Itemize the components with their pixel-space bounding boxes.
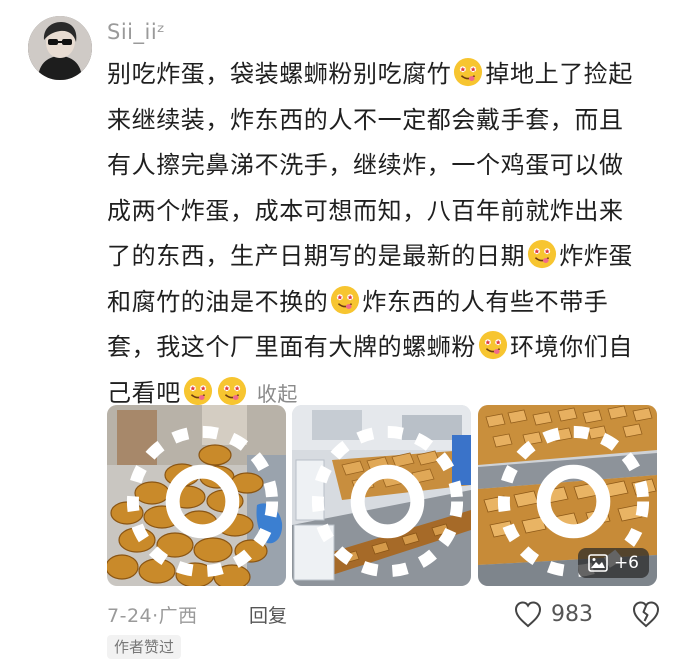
comment-line: 来继续装，炸东西的人不一定都会戴手套，而且 [107, 98, 667, 144]
comment-line: 有人擦完鼻涕不洗手，继续炸，一个鸡蛋可以做 [107, 143, 667, 189]
comment-line: 和腐竹的油是不换的 炸东西的人有些不带手 [107, 280, 667, 326]
savoring-food-face-icon [331, 285, 360, 314]
avatar[interactable] [28, 16, 92, 80]
comment-meta: 7-24·广西 回复 [107, 598, 507, 630]
comment-line: 别吃炸蛋，袋装螺蛳粉别吃腐竹 掉地上了捡起 [107, 52, 667, 98]
like-button[interactable]: 983 [513, 598, 593, 630]
comment-line: 了的东西，生产日期写的是最新的日期 炸炸蛋 [107, 234, 667, 280]
savoring-food-face-icon [217, 376, 246, 405]
live-photo-icon [311, 425, 464, 578]
more-images-count: +6 [613, 553, 639, 573]
more-images-badge[interactable]: +6 [577, 548, 649, 578]
image-gallery-icon [588, 554, 608, 572]
comment-text-segment: 有人擦完鼻涕不洗手，继续炸，一个鸡蛋可以做 [107, 151, 624, 179]
comment-text-segment: 和腐竹的油是不换的 [107, 287, 329, 316]
comment-text-segment: 环境你们自 [510, 333, 633, 361]
collapse-link[interactable]: 收起 [257, 382, 298, 406]
comment-text-segment: 掉地上了捡起 [485, 60, 634, 88]
avatar-image [28, 16, 92, 80]
username[interactable]: Sii_iiᶻ [107, 20, 165, 44]
date-text: 7-24 [107, 604, 153, 627]
comment-text-segment: 炸炸蛋 [559, 242, 634, 270]
like-count: 983 [551, 601, 593, 627]
comment-date: 7-24·广西 [107, 604, 198, 627]
media-gallery: +6 [107, 405, 657, 586]
savoring-food-face-icon [478, 330, 508, 360]
savoring-food-face-icon [183, 376, 212, 405]
comment-text: 别吃炸蛋，袋装螺蛳粉别吃腐竹 掉地上了捡起 来继续装，炸东西的人不一定都会戴手套，… [107, 52, 667, 416]
heart-outline-icon [514, 601, 542, 628]
savoring-food-face-icon [454, 57, 483, 87]
comment-text-segment: 成两个炸蛋，成本可想而知，八百年前就炸出来 [107, 196, 624, 225]
comment-text-segment: 了的东西，生产日期写的是最新的日期 [107, 242, 526, 270]
comment-line: 套，我这个厂里面有大牌的螺蛳粉 环境你们自 [107, 325, 667, 371]
live-photo-icon [126, 425, 279, 578]
media-thumbnail[interactable] [292, 405, 471, 586]
broken-heart-icon[interactable] [631, 600, 661, 628]
comment-text-segment: 来继续装，炸东西的人不一定都会戴手套，而且 [107, 105, 624, 134]
media-thumbnail[interactable] [107, 405, 286, 586]
comment-text-segment: 炸东西的人有些不带手 [362, 287, 609, 316]
comment-text-segment: 套，我这个厂里面有大牌的螺蛳粉 [107, 333, 476, 361]
location-text: 广西 [158, 604, 198, 627]
reply-button[interactable]: 回复 [249, 601, 287, 628]
savoring-food-face-icon [528, 239, 557, 269]
media-thumbnail[interactable]: +6 [478, 405, 657, 586]
comment-text-segment: 别吃炸蛋，袋装螺蛳粉别吃腐竹 [107, 60, 452, 88]
comment-line: 成两个炸蛋，成本可想而知，八百年前就炸出来 [107, 189, 667, 235]
author-liked-badge: 作者赞过 [107, 635, 182, 659]
comment-text-segment: 己看吧 [107, 378, 181, 407]
